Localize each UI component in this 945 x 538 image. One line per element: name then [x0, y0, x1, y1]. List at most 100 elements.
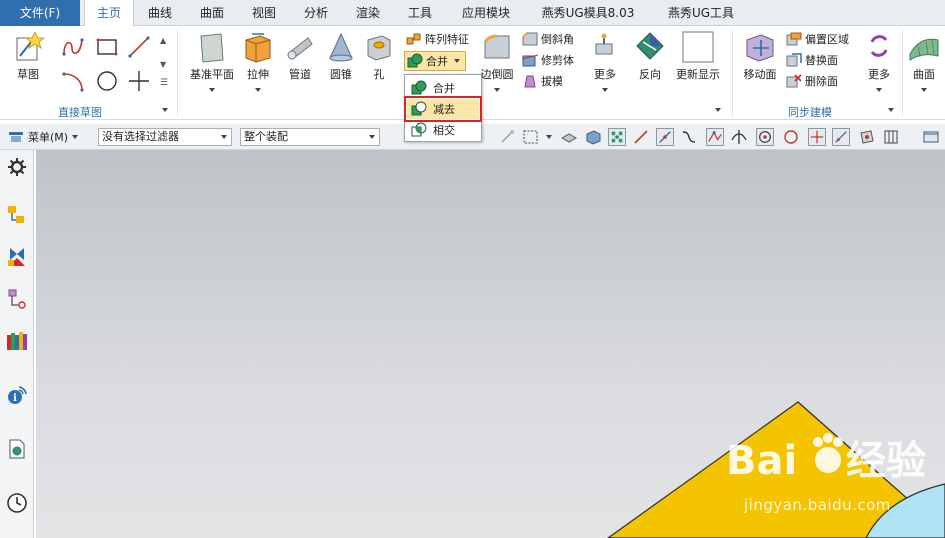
trim-body-button[interactable]: 修剪体 [522, 51, 574, 69]
tab-home[interactable]: 主页 [84, 0, 134, 27]
sketch-icon [16, 31, 45, 61]
group-menu-icon[interactable] [162, 102, 168, 115]
select-box-icon[interactable] [522, 128, 540, 146]
gallery-more-icon[interactable]: ☰ [160, 78, 168, 88]
component-icon[interactable] [560, 128, 578, 146]
graphics-window[interactable]: Bai 经验 jingyan.baidu.com [36, 150, 945, 538]
extrude-label: 拉伸 [247, 68, 269, 81]
divider [177, 30, 178, 116]
tube-button[interactable]: 管道 [282, 30, 318, 82]
draft-button[interactable]: 拔模 [522, 72, 563, 90]
snap-existing-point-icon[interactable] [808, 128, 826, 146]
gallery-down-icon[interactable]: ▼ [160, 60, 166, 69]
gallery-up-icon[interactable]: ▲ [160, 36, 166, 45]
chamfer-button[interactable]: 倒斜角 [522, 30, 574, 48]
snap-line-icon[interactable] [632, 128, 650, 146]
delete-face-button[interactable]: 删除面 [786, 72, 838, 90]
more-button-2[interactable]: 更多 [862, 30, 896, 95]
offset-region-icon [786, 32, 802, 46]
dropdown-arrow-icon [876, 88, 882, 92]
point-icon[interactable] [126, 68, 152, 94]
dropdown-arrow-icon [921, 88, 927, 92]
solid-body-icon[interactable] [584, 128, 602, 146]
web-browser-icon[interactable] [6, 438, 28, 460]
tab-curve[interactable]: 曲线 [138, 0, 182, 26]
snap-quadrant-icon[interactable] [782, 128, 800, 146]
dropdown-arrow-icon [221, 135, 227, 139]
history-clock-icon[interactable] [6, 492, 28, 514]
settings-gear-icon[interactable] [6, 156, 28, 178]
tab-surface[interactable]: 曲面 [190, 0, 234, 26]
constraint-navigator-icon[interactable] [6, 246, 28, 268]
assembly-navigator-icon[interactable] [6, 204, 28, 226]
draft-icon [524, 75, 536, 88]
tab-tools[interactable]: 工具 [398, 0, 442, 26]
snap-curve-icon[interactable] [680, 128, 698, 146]
unite-dropdown-arrow-icon[interactable] [454, 59, 460, 63]
datum-plane-button[interactable]: 基准平面 [186, 30, 238, 95]
menu-item-subtract[interactable]: 减去 [404, 96, 482, 122]
resource-bar: i [0, 150, 34, 538]
update-display-button[interactable]: 更新显示 [672, 30, 724, 82]
group-menu-icon[interactable] [715, 102, 721, 115]
snap-intersection-icon[interactable] [730, 128, 748, 146]
menu-item-subtract-label: 减去 [433, 103, 455, 116]
snap-arc-center-icon[interactable] [756, 128, 774, 146]
dropdown-arrow-icon [209, 88, 215, 92]
dropdown-arrow-icon[interactable] [546, 135, 552, 139]
surface-button[interactable]: 曲面 [906, 30, 942, 95]
line-icon[interactable] [126, 34, 152, 60]
menu-item-intersect[interactable]: 相交 [407, 120, 479, 140]
snap-icon[interactable] [498, 128, 516, 146]
menu-item-unite[interactable]: 合并 [407, 78, 479, 98]
menu-button[interactable]: 菜单(M) [8, 129, 79, 145]
unite-split-button[interactable]: 合并 [404, 51, 466, 71]
replace-face-icon [786, 53, 802, 67]
snap-point-on-face-icon[interactable] [858, 128, 876, 146]
surface-icon [909, 38, 939, 61]
reverse-button[interactable]: 反向 [632, 30, 668, 82]
rectangle-icon[interactable] [94, 34, 120, 60]
trim-body-label: 修剪体 [541, 54, 574, 67]
tab-yanxiu-mold[interactable]: 燕秀UG模具8.03 [532, 0, 644, 26]
pattern-feature-button[interactable]: 阵列特征 [406, 30, 469, 48]
chamfer-label: 倒斜角 [541, 33, 574, 46]
delete-face-label: 删除面 [805, 75, 838, 88]
reuse-library-icon[interactable] [6, 330, 28, 352]
offset-region-label: 偏置区域 [805, 33, 849, 46]
tab-applications[interactable]: 应用模块 [452, 0, 520, 26]
tab-yanxiu-tools[interactable]: 燕秀UG工具 [656, 0, 746, 26]
snap-bounded-grid-icon[interactable] [882, 128, 900, 146]
menu-icon [9, 132, 23, 142]
file-menu-button[interactable]: 文件(F) [0, 0, 80, 26]
view-triad-icon[interactable] [922, 128, 940, 146]
more-button-1[interactable]: 更多 [588, 30, 622, 95]
info-feed-icon[interactable]: i [6, 384, 28, 406]
profile-icon[interactable] [60, 34, 86, 60]
cone-button[interactable]: 圆锥 [324, 30, 358, 82]
snap-end-point-icon[interactable] [608, 128, 626, 146]
hole-button[interactable]: 孔 [362, 30, 396, 82]
group-menu-icon[interactable] [888, 102, 894, 115]
snap-midpoint-icon[interactable] [656, 128, 674, 146]
move-face-button[interactable]: 移动面 [740, 30, 780, 82]
edge-blend-button[interactable]: 边倒圆 [478, 30, 516, 95]
selection-filter-combo[interactable]: 没有选择过滤器 [98, 128, 232, 146]
offset-region-button[interactable]: 偏置区域 [786, 30, 849, 48]
extrude-button[interactable]: 拉伸 [240, 30, 276, 95]
replace-face-button[interactable]: 替换面 [786, 51, 838, 69]
dropdown-arrow-icon [72, 135, 79, 139]
circle-icon[interactable] [94, 68, 120, 94]
tab-view[interactable]: 视图 [242, 0, 286, 26]
svg-text:Bai: Bai [726, 438, 797, 484]
arc-icon[interactable] [60, 68, 86, 94]
update-display-label: 更新显示 [676, 68, 720, 81]
part-navigator-icon[interactable] [6, 288, 28, 310]
tab-render[interactable]: 渲染 [346, 0, 390, 26]
sketch-button[interactable]: 草图 [8, 30, 48, 82]
assembly-scope-combo[interactable]: 整个装配 [240, 128, 380, 146]
snap-control-point-icon[interactable] [706, 128, 724, 146]
update-display-icon [682, 31, 714, 63]
snap-point-on-curve-icon[interactable] [832, 128, 850, 146]
tab-analysis[interactable]: 分析 [294, 0, 338, 26]
